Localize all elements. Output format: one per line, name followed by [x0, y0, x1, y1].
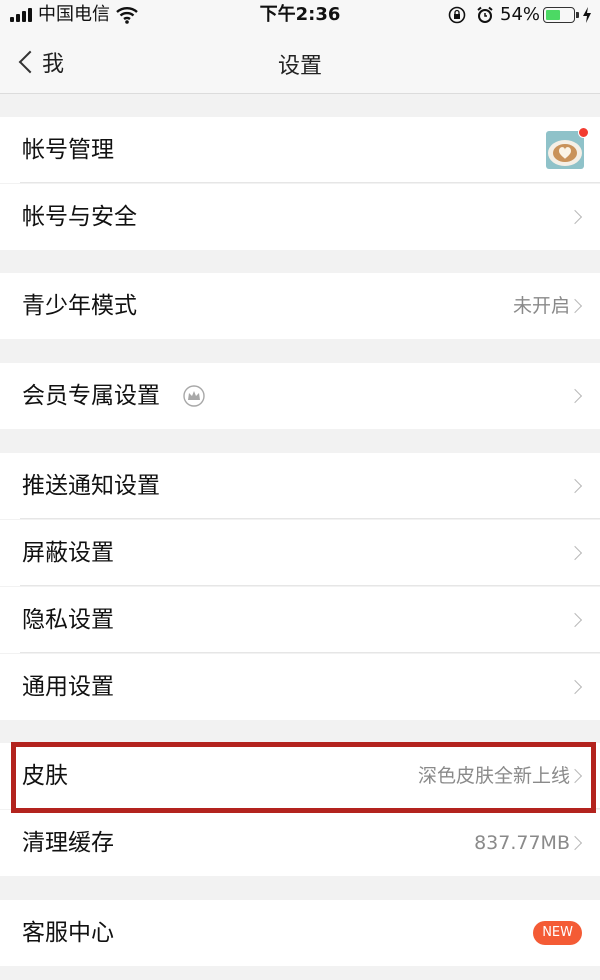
youth-mode-status: 未开启	[512, 295, 570, 317]
battery-icon	[543, 7, 579, 23]
divider	[20, 518, 600, 519]
account-security-label: 帐号与安全	[22, 204, 137, 230]
divider	[20, 182, 600, 183]
block-settings-row[interactable]: 屏蔽设置	[0, 520, 600, 586]
general-settings-row[interactable]: 通用设置	[0, 654, 600, 720]
account-management-row[interactable]: 帐号管理	[0, 117, 600, 183]
chevron-right-icon	[567, 612, 583, 628]
chevron-right-icon	[567, 478, 583, 494]
cache-size: 837.77MB	[474, 832, 570, 854]
chevron-right-icon	[567, 679, 583, 695]
privacy-settings-label: 隐私设置	[22, 607, 114, 633]
member-settings-label: 会员专属设置	[22, 383, 160, 409]
youth-mode-row[interactable]: 青少年模式 未开启	[0, 273, 600, 339]
status-bar: 中国电信 下午2:36 54%	[0, 0, 600, 30]
divider	[20, 652, 600, 653]
notification-dot	[578, 127, 589, 138]
page-title: 设置	[277, 54, 322, 79]
charging-icon	[583, 7, 591, 23]
push-notification-label: 推送通知设置	[22, 473, 160, 499]
chevron-right-icon	[567, 209, 583, 225]
latte-avatar-image	[546, 131, 584, 169]
divider	[20, 585, 600, 586]
clear-cache-label: 清理缓存	[22, 830, 114, 856]
account-management-label: 帐号管理	[22, 137, 114, 163]
youth-mode-label: 青少年模式	[22, 293, 137, 319]
customer-service-label: 客服中心	[22, 920, 114, 946]
new-badge: NEW	[533, 921, 582, 945]
block-settings-label: 屏蔽设置	[22, 540, 114, 566]
alarm-icon	[477, 6, 493, 23]
avatar	[546, 131, 584, 169]
crown-icon	[183, 385, 205, 407]
battery-percentage: 54%	[500, 4, 541, 25]
general-settings-label: 通用设置	[22, 674, 114, 700]
member-settings-row[interactable]: 会员专属设置	[0, 363, 600, 429]
customer-service-row[interactable]: 客服中心 NEW	[0, 900, 600, 966]
push-notification-settings-row[interactable]: 推送通知设置	[0, 453, 600, 519]
chevron-right-icon	[567, 545, 583, 561]
navigation-bar: 我 设置	[0, 30, 600, 94]
highlight-annotation-box	[11, 742, 596, 813]
chevron-right-icon	[567, 388, 583, 404]
privacy-settings-row[interactable]: 隐私设置	[0, 587, 600, 653]
lock-rotation-icon	[448, 6, 466, 24]
chevron-right-icon	[567, 835, 583, 851]
clear-cache-row[interactable]: 清理缓存 837.77MB	[0, 810, 600, 876]
account-security-row[interactable]: 帐号与安全	[0, 184, 600, 250]
chevron-right-icon	[567, 298, 583, 314]
